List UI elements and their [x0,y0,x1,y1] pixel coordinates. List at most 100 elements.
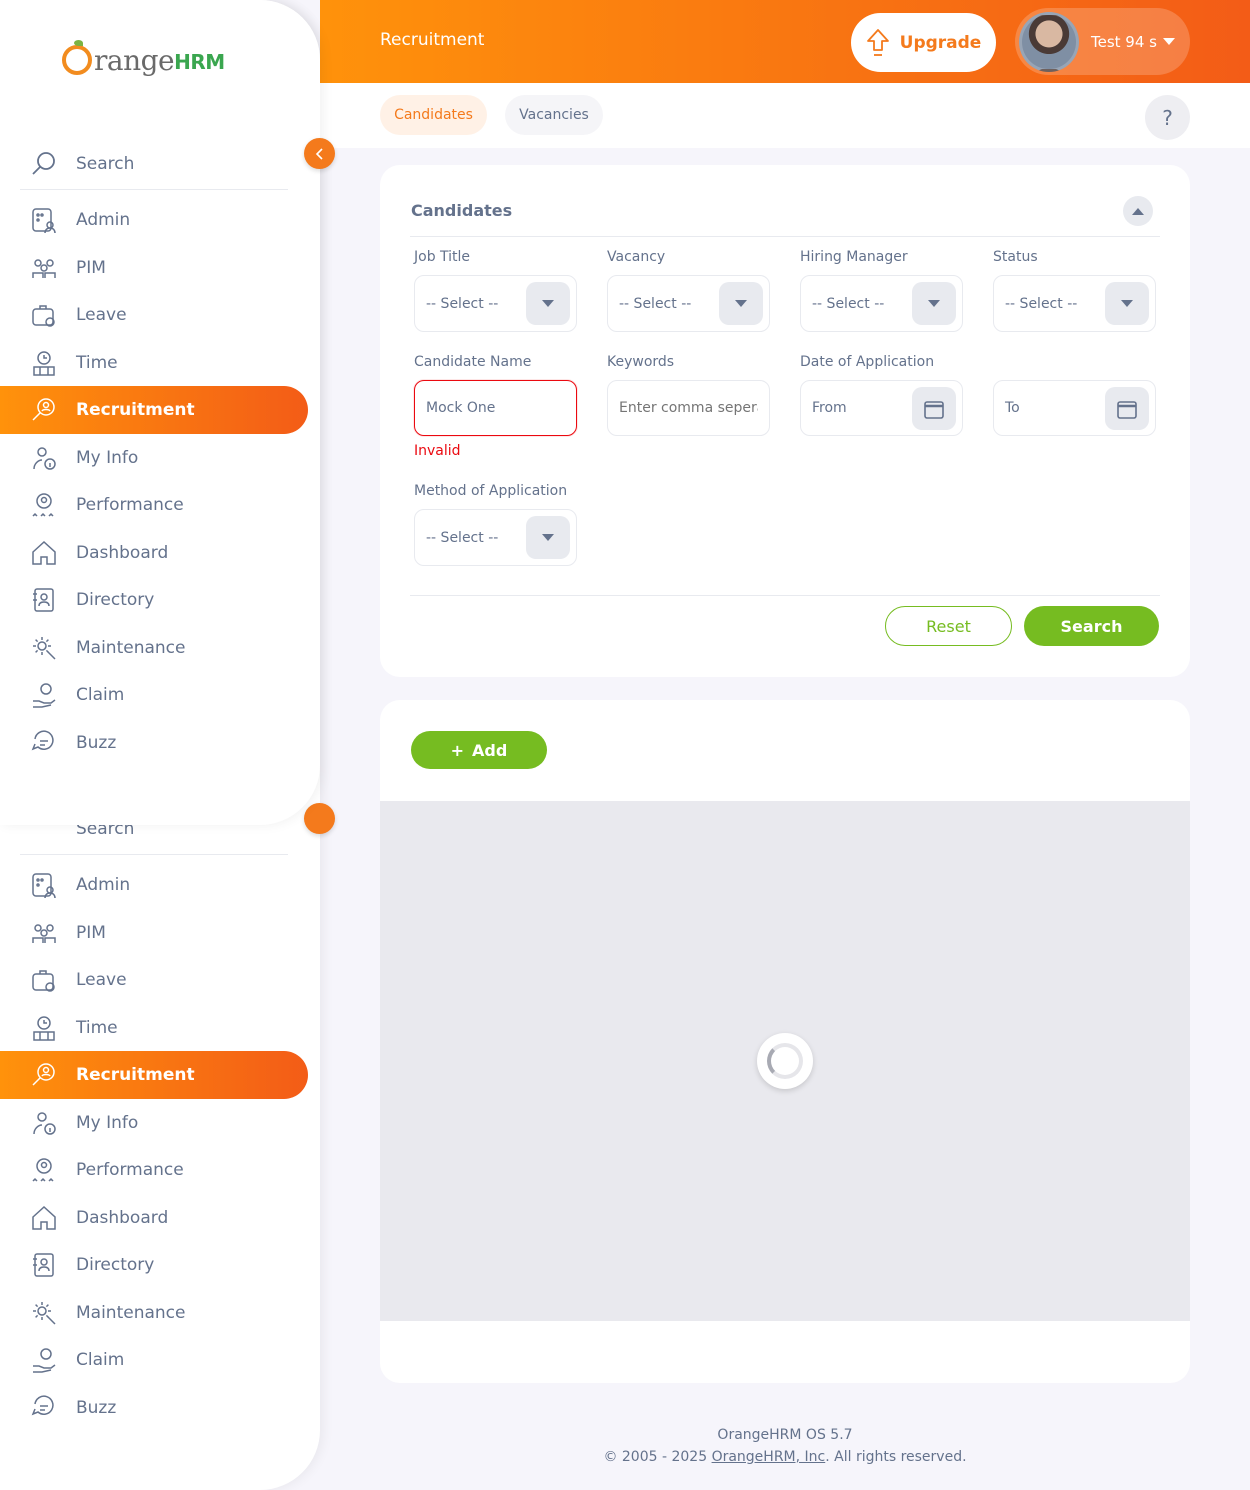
sidebar-item-my-info[interactable]: My Info [0,1099,308,1147]
sidebar-search[interactable]: Search [20,138,288,190]
sidebar-item-claim[interactable]: Claim [0,671,308,719]
job-title-select[interactable]: -- Select -- [414,275,577,332]
sidebar-item-my-info[interactable]: My Info [0,434,308,482]
orangehrm-logo[interactable]: range HRM [62,40,225,80]
plus-icon: + [450,740,465,760]
calendar-icon[interactable] [912,387,956,430]
date-to-input[interactable]: To [993,380,1156,436]
my-info-icon [30,1109,58,1137]
sidebar-item-admin[interactable]: Admin [0,196,308,244]
directory-icon [30,1251,58,1279]
date-of-application-label: Date of Application [800,354,935,370]
status-select[interactable]: -- Select -- [993,275,1156,332]
tab-candidates[interactable]: Candidates [380,95,487,135]
version-text: OrangeHRM OS 5.7 [717,1427,853,1443]
vacancy-label: Vacancy [607,249,666,265]
reset-button[interactable]: Reset [885,606,1012,646]
keywords-input[interactable] [607,380,770,436]
sidebar-item-recruitment[interactable]: Recruitment [0,1051,308,1099]
sidebar-item-buzz[interactable]: Buzz [0,1384,308,1432]
maintenance-icon [30,1299,58,1327]
vacancy-value: -- Select -- [619,295,692,312]
job-title-label: Job Title [414,249,471,265]
sidebar-item-directory[interactable]: Directory [0,576,308,624]
sidebar-item-maintenance[interactable]: Maintenance [0,624,308,672]
admin-icon [30,206,58,234]
sidebar-item-label: Time [76,352,118,373]
candidate-name-input[interactable] [414,380,577,436]
dashboard-icon [30,1204,58,1232]
footer: OrangeHRM OS 5.7 © 2005 - 2025 OrangeHRM… [380,1424,1190,1468]
sidebar-item-time[interactable]: Time [0,1004,308,1052]
copyright-text: © 2005 - 2025 OrangeHRM, Inc. All rights… [380,1446,1190,1468]
sidebar-item-leave[interactable]: Leave [0,956,308,1004]
sidebar-item-dashboard[interactable]: Dashboard [0,529,308,577]
sidebar-item-label: PIM [76,257,106,278]
sidebar-item-recruitment[interactable]: Recruitment [0,386,308,434]
sidebar-item-leave[interactable]: Leave [0,291,308,339]
dropdown-arrow-icon[interactable] [719,282,763,325]
sidebar-item-time[interactable]: Time [0,339,308,387]
sidebar-item-directory[interactable]: Directory [0,1241,308,1289]
caret-down-icon [1162,38,1175,45]
sidebar-item-label: Admin [76,875,131,895]
sidebar-item-label: Recruitment [76,400,195,420]
sidebar-toggle-button[interactable] [304,138,335,169]
sidebar-item-dashboard[interactable]: Dashboard [0,1194,308,1242]
add-label: Add [472,740,508,760]
sidebar-item-performance[interactable]: Performance [0,1146,308,1194]
sidebar-item-claim[interactable]: Claim [0,1336,308,1384]
help-button[interactable]: ? [1145,95,1190,140]
sidebar-toggle-button-duplicate[interactable] [304,803,335,834]
dropdown-arrow-icon[interactable] [1105,282,1149,325]
sub-navigation: Candidates Vacancies ? [320,83,1250,148]
company-link[interactable]: OrangeHRM, Inc [712,1449,826,1465]
dropdown-arrow-icon[interactable] [526,516,570,559]
upgrade-label: Upgrade [899,32,982,53]
spinner-icon [767,1043,803,1079]
leave-icon [30,966,58,994]
calendar-icon[interactable] [1105,387,1149,430]
divider [410,236,1160,237]
pim-icon [30,254,58,282]
pim-icon [30,919,58,947]
keywords-label: Keywords [607,354,675,370]
date-to-placeholder: To [1005,400,1020,416]
sidebar-item-label: Buzz [76,732,117,753]
sidebar-item-label: Leave [76,305,127,325]
sidebar-item-maintenance[interactable]: Maintenance [0,1289,308,1337]
dropdown-arrow-icon[interactable] [526,282,570,325]
sidebar-item-label: Maintenance [76,637,186,658]
sidebar-item-buzz[interactable]: Buzz [0,719,308,767]
tab-vacancies[interactable]: Vacancies [505,95,603,135]
status-value: -- Select -- [1005,295,1078,312]
time-icon [30,349,58,377]
divider [410,595,1160,596]
add-candidate-button[interactable]: + Add [411,731,547,769]
search-button[interactable]: Search [1024,606,1159,646]
status-label: Status [993,249,1038,265]
method-of-application-select[interactable]: -- Select -- [414,509,577,566]
sidebar-item-label: Dashboard [76,542,169,563]
page-title: Recruitment [380,30,485,50]
user-dropdown[interactable]: Test 94 s [1015,8,1190,75]
sidebar-item-admin[interactable]: Admin [0,861,308,909]
date-from-input[interactable]: From [800,380,963,436]
dropdown-arrow-icon[interactable] [912,282,956,325]
sidebar-item-performance[interactable]: Performance [0,481,308,529]
sidebar-item-pim[interactable]: PIM [0,244,308,292]
performance-icon [30,1156,58,1184]
sidebar-item-label: Time [76,1017,118,1038]
my-info-icon [30,444,58,472]
hiring-manager-select[interactable]: -- Select -- [800,275,963,332]
sidebar-item-pim[interactable]: PIM [0,909,308,957]
admin-icon [30,871,58,899]
logo-text-suffix: HRM [174,50,225,74]
leave-icon [30,301,58,329]
sidebar-item-label: Maintenance [76,1302,186,1323]
upgrade-button[interactable]: Upgrade [851,13,996,72]
candidate-filter-card: Candidates Job Title -- Select -- Vacanc… [380,165,1190,677]
vacancy-select[interactable]: -- Select -- [607,275,770,332]
sidebar-item-label: Recruitment [76,1065,195,1085]
collapse-filter-button[interactable] [1123,196,1153,226]
